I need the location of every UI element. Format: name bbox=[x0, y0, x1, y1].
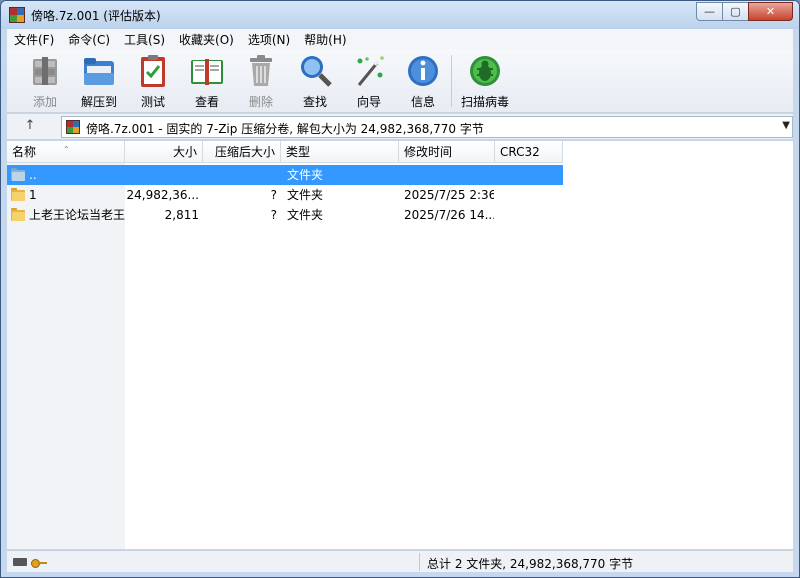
file-packed-size bbox=[203, 165, 277, 185]
test-button[interactable]: 测试 bbox=[125, 53, 181, 111]
title-bar[interactable]: 傍咯.7z.001 (评估版本) — ▢ ✕ bbox=[1, 1, 799, 29]
column-header-name-label: 名称 bbox=[12, 145, 37, 159]
column-header-size[interactable]: 大小 bbox=[125, 141, 203, 163]
winrar-window: 傍咯.7z.001 (评估版本) — ▢ ✕ 文件(F) 命令(C) 工具(S)… bbox=[0, 0, 800, 578]
test-clipboard-icon bbox=[141, 55, 165, 87]
menu-commands[interactable]: 命令(C) bbox=[61, 31, 117, 48]
info-icon bbox=[408, 56, 438, 86]
address-bar: ↑ 傍咯.7z.001 - 固实的 7-Zip 压缩分卷, 解包大小为 24,9… bbox=[7, 114, 793, 140]
sort-indicator-icon: ⌃ bbox=[63, 145, 70, 154]
file-size bbox=[125, 165, 199, 185]
table-row[interactable]: .. 文件夹 bbox=[7, 165, 563, 185]
add-archive-icon bbox=[33, 57, 57, 85]
maximize-button[interactable]: ▢ bbox=[722, 2, 749, 21]
table-row[interactable]: 1 24,982,36... ? 文件夹 2025/7/25 2:36 bbox=[7, 185, 563, 205]
minimize-button[interactable]: — bbox=[696, 2, 723, 21]
virus-scan-bug-icon bbox=[470, 56, 500, 86]
column-header-row: 名称 ⌃ 大小 压缩后大小 类型 修改时间 CRC32 bbox=[7, 141, 793, 163]
table-row[interactable]: 上老王论坛当老王 2,811 ? 文件夹 2025/7/26 14... bbox=[7, 205, 563, 225]
add-label: 添加 bbox=[32, 95, 57, 109]
extract-to-label: 解压到 bbox=[80, 95, 117, 109]
scan-virus-label: 扫描病毒 bbox=[460, 95, 509, 109]
view-label: 查看 bbox=[194, 95, 219, 109]
file-modified bbox=[404, 165, 494, 185]
add-button[interactable]: 添加 bbox=[17, 53, 73, 111]
drive-icon[interactable] bbox=[13, 558, 27, 566]
view-book-icon bbox=[191, 59, 223, 85]
menu-favorites[interactable]: 收藏夹(O) bbox=[172, 31, 241, 48]
trash-can-icon bbox=[250, 55, 272, 86]
window-title: 傍咯.7z.001 (评估版本) bbox=[31, 9, 161, 23]
column-header-packed[interactable]: 压缩后大小 bbox=[203, 141, 281, 163]
menu-help[interactable]: 帮助(H) bbox=[297, 31, 353, 48]
extract-folder-icon bbox=[84, 58, 114, 85]
archive-path-text: 傍咯.7z.001 - 固实的 7-Zip 压缩分卷, 解包大小为 24,982… bbox=[86, 122, 484, 136]
status-summary: 总计 2 文件夹, 24,982,368,770 字节 bbox=[427, 557, 634, 571]
menu-options[interactable]: 选项(N) bbox=[241, 31, 297, 48]
key-icon[interactable] bbox=[31, 557, 47, 568]
file-type: 文件夹 bbox=[287, 188, 324, 202]
file-type: 文件夹 bbox=[287, 168, 324, 182]
folder-icon bbox=[11, 188, 25, 201]
window-controls: — ▢ ✕ bbox=[696, 2, 793, 21]
file-crc bbox=[501, 185, 561, 205]
archive-path-box[interactable]: 傍咯.7z.001 - 固实的 7-Zip 压缩分卷, 解包大小为 24,982… bbox=[61, 116, 793, 138]
column-header-name[interactable]: 名称 ⌃ bbox=[7, 141, 125, 163]
file-name: 上老王论坛当老王 bbox=[29, 208, 125, 222]
magic-wand-icon bbox=[357, 56, 384, 86]
file-packed-size: ? bbox=[270, 188, 277, 202]
archive-icon bbox=[66, 120, 80, 134]
find-button[interactable]: 查找 bbox=[287, 53, 343, 111]
menu-file[interactable]: 文件(F) bbox=[7, 31, 61, 48]
scan-virus-button[interactable]: 扫描病毒 bbox=[455, 53, 515, 111]
status-bar: 总计 2 文件夹, 24,982,368,770 字节 bbox=[7, 550, 793, 572]
extract-to-button[interactable]: 解压到 bbox=[71, 53, 127, 111]
status-divider bbox=[419, 553, 420, 571]
up-folder-icon bbox=[11, 168, 25, 181]
status-icons bbox=[13, 556, 47, 568]
view-button[interactable]: 查看 bbox=[179, 53, 235, 111]
magnifier-icon bbox=[301, 56, 332, 87]
column-header-modified[interactable]: 修改时间 bbox=[399, 141, 495, 163]
test-label: 测试 bbox=[140, 95, 165, 109]
delete-label: 删除 bbox=[248, 95, 273, 109]
menu-bar: 文件(F) 命令(C) 工具(S) 收藏夹(O) 选项(N) 帮助(H) bbox=[7, 29, 793, 49]
file-modified: 2025/7/25 2:36 bbox=[404, 188, 494, 202]
file-size: 24,982,36... bbox=[126, 188, 199, 202]
delete-button[interactable]: 删除 bbox=[233, 53, 289, 111]
file-name: 1 bbox=[29, 188, 37, 202]
column-header-type[interactable]: 类型 bbox=[281, 141, 399, 163]
up-level-button[interactable]: ↑ bbox=[17, 118, 43, 136]
winrar-app-icon[interactable] bbox=[9, 7, 25, 23]
info-button[interactable]: 信息 bbox=[395, 53, 451, 111]
menu-tools[interactable]: 工具(S) bbox=[117, 31, 172, 48]
close-button[interactable]: ✕ bbox=[748, 2, 793, 21]
toolbar-separator bbox=[451, 55, 452, 107]
wizard-button[interactable]: 向导 bbox=[341, 53, 397, 111]
file-modified: 2025/7/26 14... bbox=[404, 208, 494, 222]
folder-icon bbox=[11, 208, 25, 221]
wizard-label: 向导 bbox=[356, 95, 381, 109]
path-dropdown-icon[interactable]: ▼ bbox=[782, 120, 790, 131]
file-size: 2,811 bbox=[164, 208, 199, 222]
file-name: .. bbox=[29, 168, 37, 182]
find-label: 查找 bbox=[302, 95, 327, 109]
file-crc bbox=[501, 205, 561, 225]
toolbar: 添加 解压到 测试 查看 删除 查找 向导 信息 扫描病毒 bbox=[7, 49, 793, 113]
info-label: 信息 bbox=[410, 95, 435, 109]
file-list[interactable]: 名称 ⌃ 大小 压缩后大小 类型 修改时间 CRC32 .. 文件夹 1 24,… bbox=[7, 141, 793, 549]
file-type: 文件夹 bbox=[287, 208, 324, 222]
file-packed-size: ? bbox=[270, 208, 277, 222]
file-crc bbox=[501, 165, 561, 185]
column-header-crc32[interactable]: CRC32 bbox=[495, 141, 563, 163]
